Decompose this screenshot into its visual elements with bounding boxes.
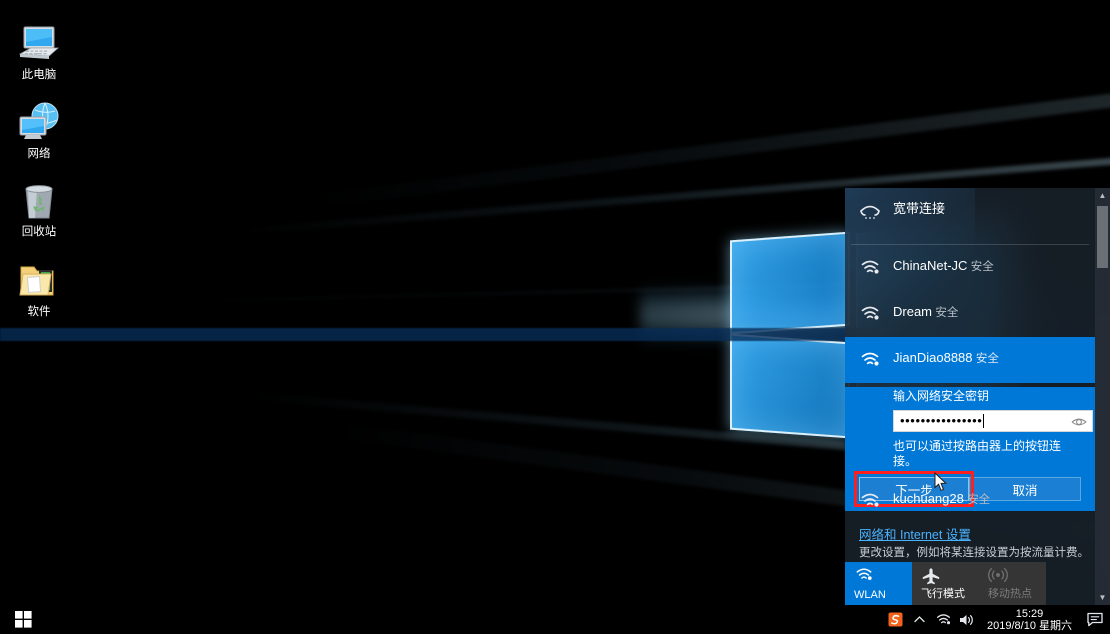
text-caret <box>983 414 985 428</box>
network-item-dream[interactable]: Dream 安全 <box>845 291 1095 337</box>
quick-action-tiles[interactable]: WLAN 飞行模式 移动热点 <box>845 562 1046 605</box>
network-item-text: kuchuang28 安全 <box>893 490 990 508</box>
taskbar-clock[interactable]: 15:29 2019/8/10 星期六 <box>979 605 1080 634</box>
desktop-icon-this-pc[interactable]: 此电脑 <box>2 18 76 82</box>
network-status: 安全 <box>967 494 991 506</box>
action-center-icon[interactable] <box>1080 605 1110 634</box>
network-item-jiandiao8888-selected[interactable]: JianDiao8888 安全 <box>845 337 1095 383</box>
this-pc-icon <box>2 18 76 64</box>
broadband-modem-icon <box>859 202 881 220</box>
network-internet-settings-link[interactable]: 网络和 Internet 设置 <box>859 524 971 543</box>
recycle-bin-icon <box>2 175 76 221</box>
password-value: •••••••••••••••• <box>900 413 983 428</box>
desktop-icon-label: 此电脑 <box>21 69 57 81</box>
network-name: JianDiao8888 <box>893 350 973 365</box>
tile-mobile-hotspot[interactable]: 移动热点 <box>979 562 1046 605</box>
scrollbar-thumb[interactable] <box>1097 206 1108 268</box>
logo-pane-top-left <box>730 231 850 335</box>
desktop-icon-label: 回收站 <box>21 226 57 238</box>
network-list[interactable]: 宽带连接 ChinaNet-JC 安全 Dream 安全 JianDiao888… <box>845 188 1095 518</box>
windows-start-icon[interactable] <box>0 605 46 634</box>
network-status: 安全 <box>970 261 994 273</box>
network-status: 安全 <box>935 307 959 319</box>
system-tray[interactable]: 15:29 2019/8/10 星期六 <box>883 605 1110 634</box>
volume-icon[interactable] <box>955 605 979 634</box>
wifi-icon <box>859 305 881 323</box>
folder-icon <box>2 255 76 301</box>
network-item-kuchuang28[interactable]: kuchuang28 安全 <box>845 484 1095 518</box>
network-name: kuchuang28 <box>893 491 964 506</box>
desktop-icon-label: 网络 <box>27 148 51 160</box>
logo-pane-bottom-left <box>730 333 850 439</box>
scroll-up-arrow[interactable]: ▲ <box>1095 188 1110 203</box>
eye-icon[interactable] <box>1069 413 1089 431</box>
wifi-icon <box>859 492 881 510</box>
flyout-scrollbar[interactable]: ▲ ▼ <box>1095 188 1110 605</box>
network-item-text: Dream 安全 <box>893 303 958 321</box>
network-item-kuchuang28-clipped[interactable]: kuchuang28 安全 <box>845 484 1095 518</box>
show-hidden-icons-chevron[interactable] <box>907 605 931 634</box>
taskbar[interactable]: 15:29 2019/8/10 星期六 <box>0 605 1110 634</box>
clock-date: 2019/8/10 星期六 <box>987 619 1072 632</box>
network-flyout-panel[interactable]: 宽带连接 ChinaNet-JC 安全 Dream 安全 JianDiao888… <box>845 188 1110 605</box>
network-name: ChinaNet-JC <box>893 258 968 273</box>
scroll-down-arrow[interactable]: ▼ <box>1095 590 1110 605</box>
network-status: 安全 <box>975 353 999 365</box>
desktop-icon-network[interactable]: 网络 <box>2 97 76 161</box>
sogou-ime-icon[interactable] <box>883 605 907 634</box>
wifi-tray-icon[interactable] <box>931 605 955 634</box>
desktop-icon-label: 软件 <box>27 306 51 318</box>
tile-label: WLAN <box>854 589 886 601</box>
network-settings-subtitle: 更改设置，例如将某连接设置为按流量计费。 <box>859 547 1089 559</box>
password-row[interactable]: •••••••••••••••• <box>893 410 1093 432</box>
tile-airplane-mode[interactable]: 飞行模式 <box>912 562 979 605</box>
wifi-icon <box>859 351 881 369</box>
tile-label: 移动热点 <box>988 588 1032 600</box>
network-item-text: ChinaNet-JC 安全 <box>893 257 994 275</box>
network-name: Dream <box>893 304 933 319</box>
password-input[interactable]: •••••••••••••••• <box>893 410 1093 432</box>
network-item-text: JianDiao8888 安全 <box>893 349 999 367</box>
clock-time: 15:29 <box>1015 607 1044 620</box>
desktop-icon-recycle-bin[interactable]: 回收站 <box>2 175 76 239</box>
network-item-broadband[interactable]: 宽带连接 <box>845 188 1095 244</box>
desktop-icon-software-folder[interactable]: 软件 <box>2 255 76 319</box>
network-globe-icon <box>2 97 76 143</box>
security-key-label: 输入网络安全密钥 <box>893 389 990 403</box>
wifi-icon <box>854 567 874 588</box>
router-button-hint: 也可以通过按路由器上的按钮连接。 <box>893 439 1062 468</box>
network-item-chinanet-jc[interactable]: ChinaNet-JC 安全 <box>845 245 1095 291</box>
network-name: 宽带连接 <box>893 201 946 216</box>
wifi-icon <box>859 259 881 277</box>
tile-wlan[interactable]: WLAN <box>845 562 912 605</box>
tile-label: 飞行模式 <box>921 588 965 600</box>
network-item-text: 宽带连接 <box>893 200 945 217</box>
